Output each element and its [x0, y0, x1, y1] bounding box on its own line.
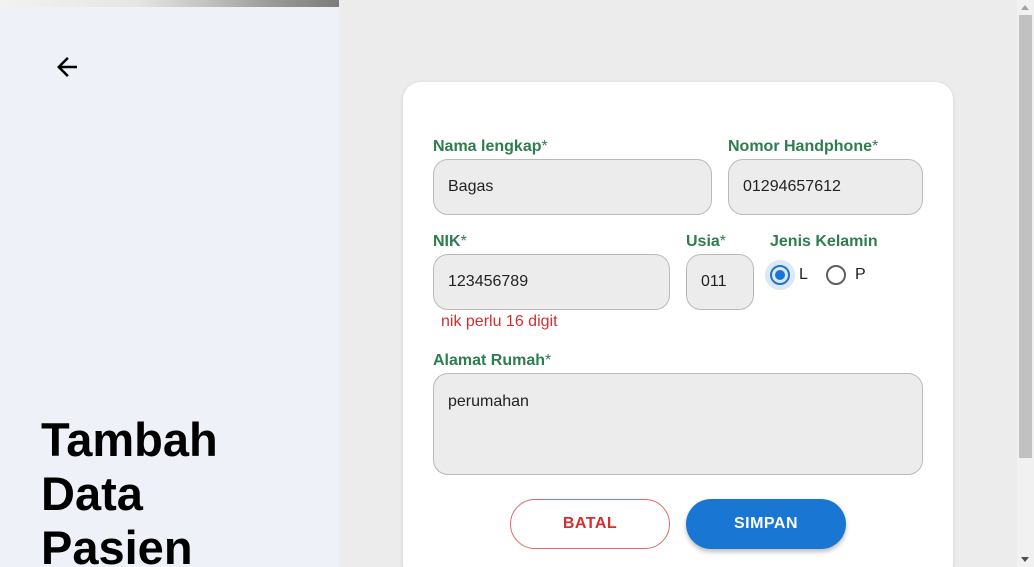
nik-input[interactable]: 123456789 [433, 254, 670, 310]
page-title: Tambah Data Pasien [41, 413, 218, 567]
save-button[interactable]: SIMPAN [686, 499, 846, 549]
phone-label-text: Nomor Handphone [728, 138, 872, 155]
back-button[interactable] [48, 48, 86, 86]
gender-radio-l-label: L [799, 266, 808, 283]
required-mark: * [460, 233, 467, 250]
required-mark: * [719, 233, 727, 250]
address-textarea-value: perumahan [448, 393, 529, 410]
scroll-up-icon[interactable] [1021, 5, 1029, 10]
gender-label: Jenis Kelamin [770, 233, 878, 250]
gender-radio-p-label: P [855, 266, 866, 283]
name-label: Nama lengkap* [433, 138, 548, 156]
age-label: Usia* [686, 233, 726, 251]
radio-selected-icon[interactable] [765, 260, 795, 290]
left-panel: Tambah Data Pasien [0, 0, 339, 567]
cancel-button[interactable]: BATAL [510, 499, 670, 549]
nik-error-message: nik perlu 16 digit [441, 313, 558, 330]
required-mark: * [872, 138, 879, 155]
phone-input[interactable]: 01294657612 [728, 159, 923, 215]
name-input-value: Bagas [448, 178, 494, 195]
header-image-strip [0, 0, 339, 7]
age-input-value: 011 [701, 273, 727, 290]
vertical-scrollbar[interactable] [1017, 0, 1034, 567]
address-label-text: Alamat Rumah [433, 352, 546, 369]
gender-radio-l[interactable]: L [765, 260, 808, 290]
phone-label: Nomor Handphone* [728, 138, 878, 156]
radio-unselected-icon[interactable] [821, 260, 851, 290]
nik-label: NIK* [433, 233, 467, 251]
age-label-text: Usia [686, 233, 720, 250]
arrow-left-icon [57, 57, 77, 77]
nik-input-value: 123456789 [448, 273, 529, 290]
phone-input-value: 01294657612 [743, 178, 841, 195]
address-textarea[interactable]: perumahan [433, 373, 923, 475]
gender-radio-p[interactable]: P [821, 260, 866, 290]
scrollbar-thumb[interactable] [1019, 15, 1032, 458]
name-label-text: Nama lengkap [433, 138, 542, 155]
required-mark: * [545, 352, 552, 369]
scroll-down-icon[interactable] [1021, 557, 1029, 562]
age-input[interactable]: 011 [686, 254, 754, 310]
address-label: Alamat Rumah* [433, 352, 551, 370]
nik-label-text: NIK [433, 233, 461, 250]
required-mark: * [541, 138, 548, 155]
name-input[interactable]: Bagas [433, 159, 712, 215]
